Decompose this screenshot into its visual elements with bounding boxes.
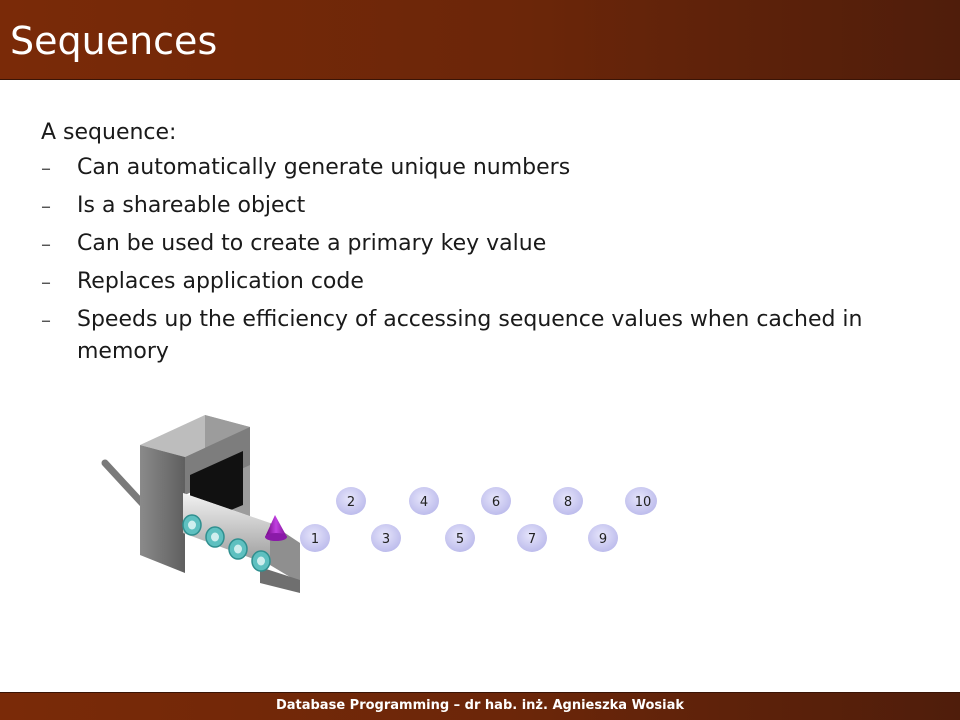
bubble-label: 2 <box>347 495 355 510</box>
bullet-item: – Can automatically generate unique numbe… <box>41 152 901 184</box>
number-bubble: 7 <box>517 524 547 552</box>
bullet-item: – Speeds up the efficiency of accessing s… <box>41 304 901 368</box>
bubble-label: 10 <box>635 495 652 510</box>
dash-icon: – <box>41 232 51 256</box>
number-bubble: 1 <box>300 524 330 552</box>
bullet-text: Replaces application code <box>77 269 364 294</box>
machine-icon <box>101 415 300 593</box>
bubble-label: 3 <box>382 532 390 547</box>
dash-icon: – <box>41 194 51 218</box>
bullet-item: – Replaces application code <box>41 266 901 298</box>
dash-icon: – <box>41 156 51 180</box>
number-bubble: 8 <box>553 487 583 515</box>
bubble-label: 7 <box>528 532 536 547</box>
number-bubble: 9 <box>588 524 618 552</box>
slide-content: A sequence: – Can automatically generate … <box>41 114 901 374</box>
bullet-list: – Can automatically generate unique numbe… <box>41 152 901 368</box>
number-bubble: 4 <box>409 487 439 515</box>
bubble-label: 9 <box>599 532 607 547</box>
dash-icon: – <box>41 270 51 294</box>
footer-text: Database Programming – dr hab. inż. Agni… <box>275 698 685 713</box>
bubble-label: 1 <box>311 532 319 547</box>
bullet-text: Speeds up the efficiency of accessing se… <box>77 307 863 364</box>
number-bubble: 10 <box>625 487 657 515</box>
number-bubble: 5 <box>445 524 475 552</box>
number-bubble: 2 <box>336 487 366 515</box>
bubble-label: 5 <box>456 532 464 547</box>
footer-bar: Database Programming – dr hab. inż. Agni… <box>0 692 960 720</box>
slide-title: Sequences <box>10 19 218 63</box>
bullet-text: Is a shareable object <box>77 193 306 218</box>
title-bar: Sequences <box>0 0 960 80</box>
number-bubble: 6 <box>481 487 511 515</box>
lead-text: A sequence: <box>41 120 177 145</box>
bullet-text: Can be used to create a primary key valu… <box>77 231 547 256</box>
bullet-item: – Is a shareable object <box>41 190 901 222</box>
bubble-label: 4 <box>420 495 428 510</box>
number-bubble: 3 <box>371 524 401 552</box>
dash-icon: – <box>41 308 51 332</box>
bubble-label: 8 <box>564 495 572 510</box>
bullet-item: – Can be used to create a primary key val… <box>41 228 901 260</box>
bullet-text: Can automatically generate unique number… <box>77 155 571 180</box>
bubble-label: 6 <box>492 495 500 510</box>
sequence-machine-illustration: 1 2 3 4 5 6 7 8 9 10 <box>101 415 657 593</box>
